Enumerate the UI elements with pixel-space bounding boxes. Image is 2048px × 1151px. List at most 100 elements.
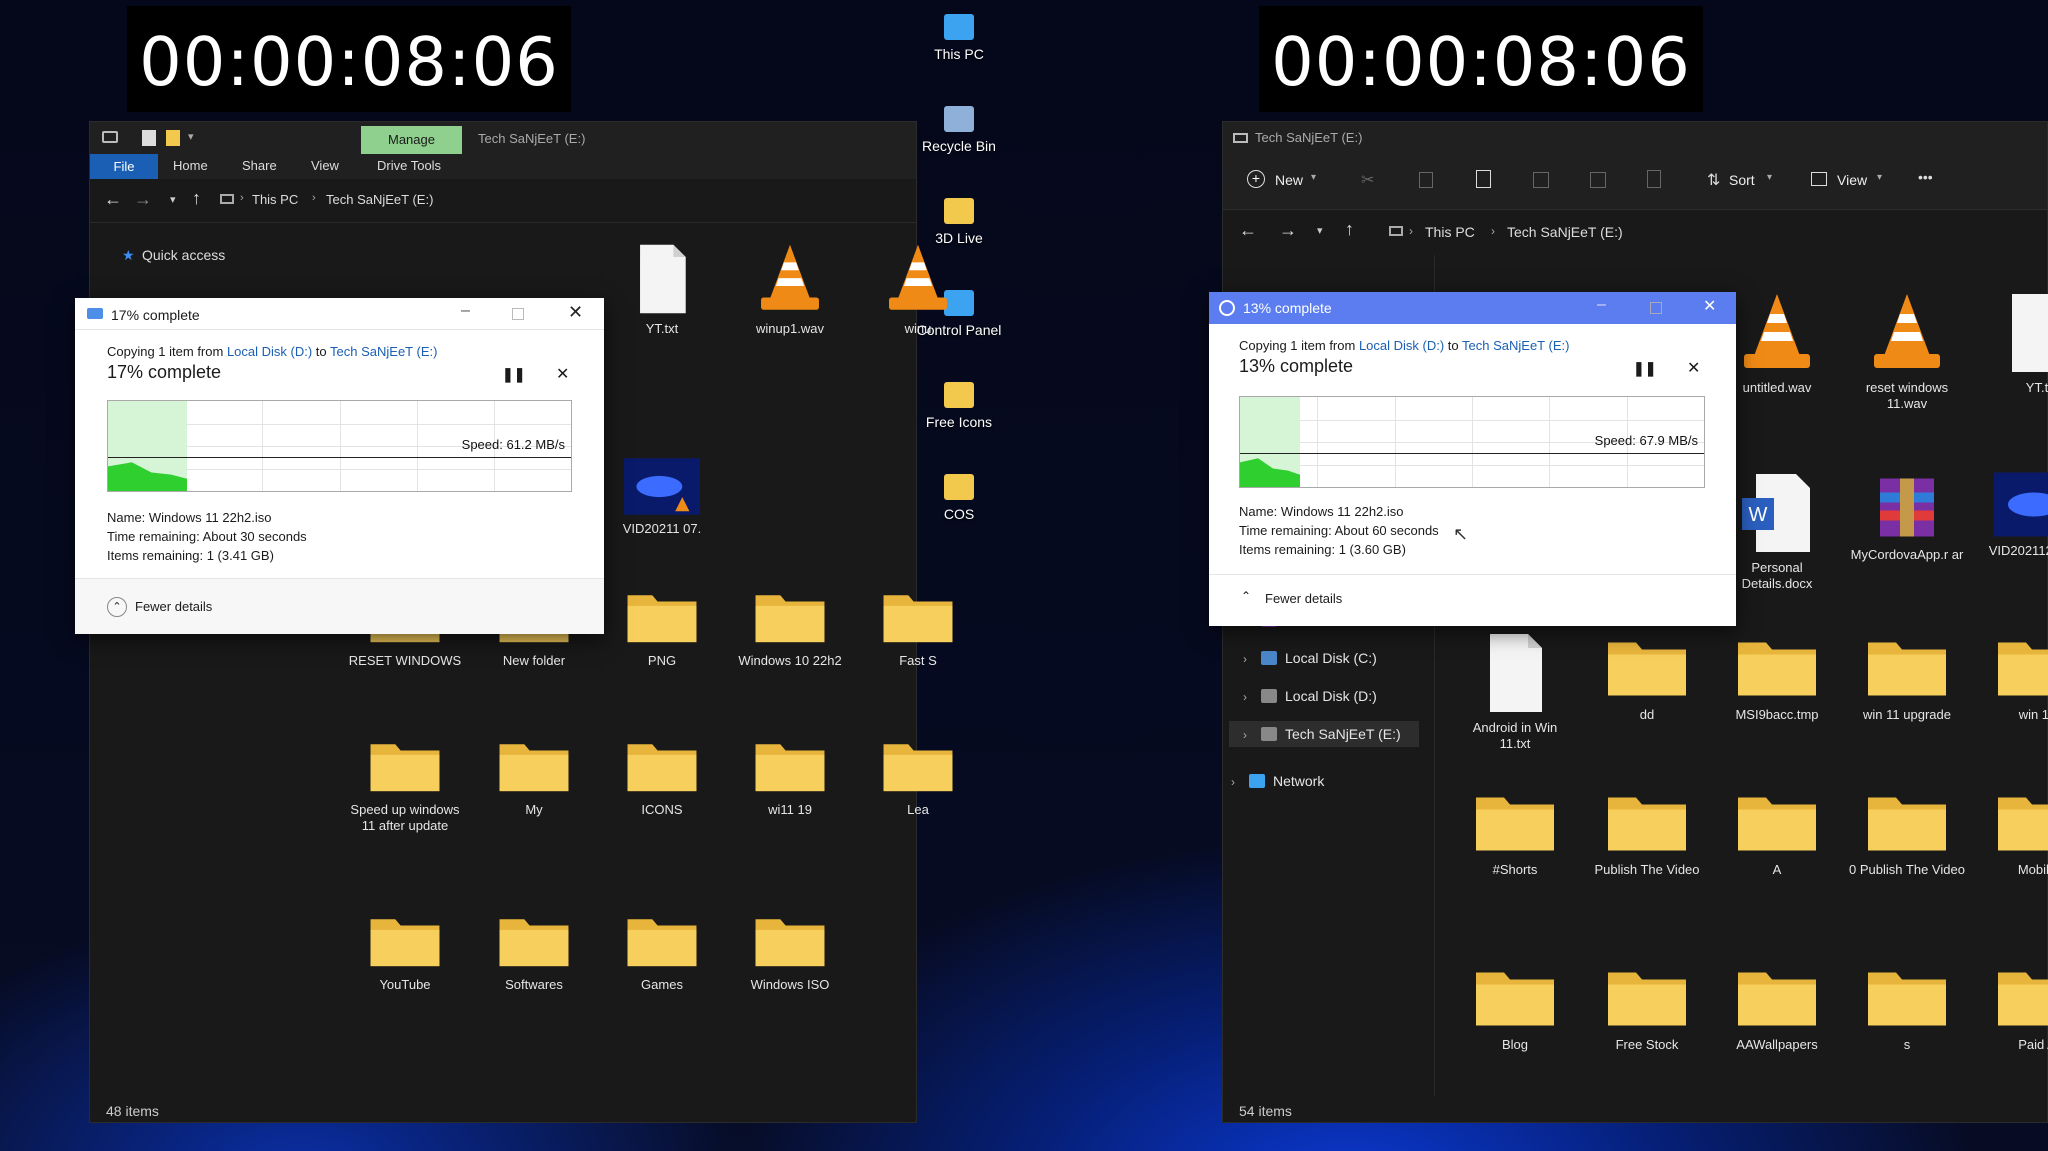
file-item[interactable]: VID20211 07.	[603, 458, 721, 537]
forward-arrow-icon[interactable]: →	[134, 189, 152, 210]
breadcrumb-drive[interactable]: Tech SaNjEeT (E:)	[1507, 224, 1623, 240]
desktop-icon-3d-live[interactable]: 3D Live	[908, 198, 1010, 246]
tab-file[interactable]: File	[90, 154, 158, 179]
properties-icon[interactable]	[142, 130, 156, 146]
close-button[interactable]: ✕	[568, 302, 583, 323]
tab-drive-tools[interactable]: Drive Tools	[377, 158, 441, 173]
nav-item-tech-sanjeet-e[interactable]: › Tech SaNjEeT (E:)	[1229, 721, 1419, 747]
file-item[interactable]: Fast S	[859, 586, 977, 669]
up-arrow-icon[interactable]: ↑	[192, 188, 201, 209]
maximize-button[interactable]	[512, 308, 524, 320]
maximize-button[interactable]	[1650, 302, 1662, 314]
desktop-icon-free-icons[interactable]: Free Icons	[908, 382, 1010, 430]
file-item[interactable]: AAWallpapers	[1718, 962, 1836, 1053]
minimize-button[interactable]: –	[461, 302, 470, 320]
file-item[interactable]: ICONS	[603, 735, 721, 818]
file-item[interactable]: Speed up windows 11 after update	[346, 735, 464, 834]
breadcrumb-this-pc[interactable]: This PC	[252, 192, 298, 207]
cancel-button[interactable]: ✕	[556, 364, 569, 384]
file-item[interactable]: reset windows 11.wav	[1848, 292, 1966, 412]
nav-quick-access[interactable]: Quick access	[142, 247, 225, 263]
file-item[interactable]: Windows 10 22h2	[731, 586, 849, 669]
file-item[interactable]: YT.t	[1978, 292, 2048, 396]
file-item[interactable]: PNG	[603, 586, 721, 669]
breadcrumb-drive[interactable]: Tech SaNjEeT (E:)	[326, 192, 433, 207]
cancel-button[interactable]: ✕	[1687, 358, 1700, 378]
dest-link[interactable]: Tech SaNjEeT (E:)	[1462, 338, 1569, 353]
file-item[interactable]: Free Stock	[1588, 962, 1706, 1053]
new-folder-icon[interactable]	[166, 130, 180, 146]
chevron-up-icon[interactable]: ⌃	[1241, 589, 1251, 603]
file-item[interactable]: MSI9bacc.tmp	[1718, 632, 1836, 723]
up-arrow-icon[interactable]: ↑	[1345, 219, 1354, 240]
file-item[interactable]: VID202112 21.m	[1978, 472, 2048, 559]
file-item[interactable]: MyCordovaApp.r ar	[1848, 472, 1966, 563]
file-item[interactable]: Games	[603, 910, 721, 993]
file-item[interactable]: Blog	[1456, 962, 1574, 1053]
recent-dropdown-icon[interactable]: ▾	[170, 193, 176, 206]
sort-button[interactable]: Sort	[1729, 172, 1755, 188]
file-item[interactable]: A	[1718, 787, 1836, 878]
view-icon[interactable]	[1811, 172, 1827, 186]
file-item[interactable]: Publish The Video	[1588, 787, 1706, 878]
minimize-button[interactable]: –	[1597, 296, 1606, 314]
recent-dropdown-icon[interactable]: ▾	[1317, 224, 1323, 237]
tab-view[interactable]: View	[311, 158, 339, 173]
file-item[interactable]: wi11 19	[731, 735, 849, 818]
fewer-details-button[interactable]: Fewer details	[1265, 591, 1342, 606]
file-item[interactable]: YouTube	[346, 910, 464, 993]
address-bar[interactable]: › This PC › Tech SaNjEeT (E:)	[1383, 216, 2047, 248]
fewer-details-button[interactable]: Fewer details	[135, 599, 212, 614]
desktop-icon-this-pc[interactable]: This PC	[908, 14, 1010, 62]
desktop-icon-recycle-bin[interactable]: Recycle Bin	[908, 106, 1010, 154]
file-item[interactable]: win 11 upgrade	[1848, 632, 1966, 723]
pause-button[interactable]: ❚❚	[1633, 360, 1656, 377]
file-item[interactable]: Android in Win 11.txt	[1456, 632, 1574, 752]
file-item[interactable]: win 11	[1978, 632, 2048, 723]
view-button[interactable]: View	[1837, 172, 1867, 188]
pause-button[interactable]: ❚❚	[502, 366, 525, 383]
file-item[interactable]: Softwares	[475, 910, 593, 993]
share-icon[interactable]	[1590, 172, 1606, 188]
cut-icon[interactable]: ✂	[1361, 170, 1374, 190]
file-item[interactable]: Windows ISO	[731, 910, 849, 993]
file-item[interactable]: YT.txt	[603, 243, 721, 337]
source-link[interactable]: Local Disk (D:)	[1359, 338, 1444, 353]
file-item[interactable]: winup1.wav	[731, 243, 849, 337]
tab-share[interactable]: Share	[242, 158, 277, 173]
file-item[interactable]: My	[475, 735, 593, 818]
close-button[interactable]: ✕	[1703, 296, 1716, 316]
forward-arrow-icon[interactable]: →	[1279, 220, 1297, 241]
file-item[interactable]: Paid A	[1978, 962, 2048, 1053]
file-item[interactable]: winu	[859, 243, 977, 337]
nav-item-local-disk-d[interactable]: › Local Disk (D:)	[1243, 683, 1433, 709]
dest-link[interactable]: Tech SaNjEeT (E:)	[330, 344, 437, 359]
paste-icon[interactable]	[1476, 170, 1491, 188]
rename-icon[interactable]	[1533, 172, 1549, 188]
new-plus-icon[interactable]: +	[1247, 170, 1265, 188]
address-bar[interactable]: › This PC › Tech SaNjEeT (E:)	[214, 186, 914, 214]
back-arrow-icon[interactable]: ←	[104, 189, 122, 210]
copy-icon[interactable]	[1419, 172, 1433, 188]
new-button[interactable]: New	[1275, 172, 1303, 188]
file-item[interactable]: Lea	[859, 735, 977, 818]
file-item[interactable]: #Shorts	[1456, 787, 1574, 878]
sort-icon[interactable]: ⇅	[1707, 170, 1720, 190]
file-item[interactable]: 0 Publish The Video	[1848, 787, 1966, 878]
source-link[interactable]: Local Disk (D:)	[227, 344, 312, 359]
quick-access-toolbar-dropdown-icon[interactable]: ▾	[188, 130, 194, 143]
more-options-button[interactable]: •••	[1918, 169, 1933, 185]
nav-item-network[interactable]: › Network	[1231, 768, 1421, 794]
chevron-up-icon[interactable]: ⌃	[107, 597, 127, 617]
delete-icon[interactable]	[1647, 170, 1661, 188]
file-item[interactable]: Mobile	[1978, 787, 2048, 878]
ribbon-manage-tab[interactable]: Manage	[361, 126, 462, 154]
breadcrumb-this-pc[interactable]: This PC	[1425, 224, 1475, 240]
tab-home[interactable]: Home	[173, 158, 208, 173]
file-item[interactable]: s	[1848, 962, 1966, 1053]
back-arrow-icon[interactable]: ←	[1239, 220, 1257, 241]
chevron-right-icon: ›	[1491, 224, 1495, 238]
desktop-icon-cos[interactable]: COS	[908, 474, 1010, 522]
nav-item-local-disk-c[interactable]: › Local Disk (C:)	[1243, 645, 1433, 671]
file-item[interactable]: dd	[1588, 632, 1706, 723]
